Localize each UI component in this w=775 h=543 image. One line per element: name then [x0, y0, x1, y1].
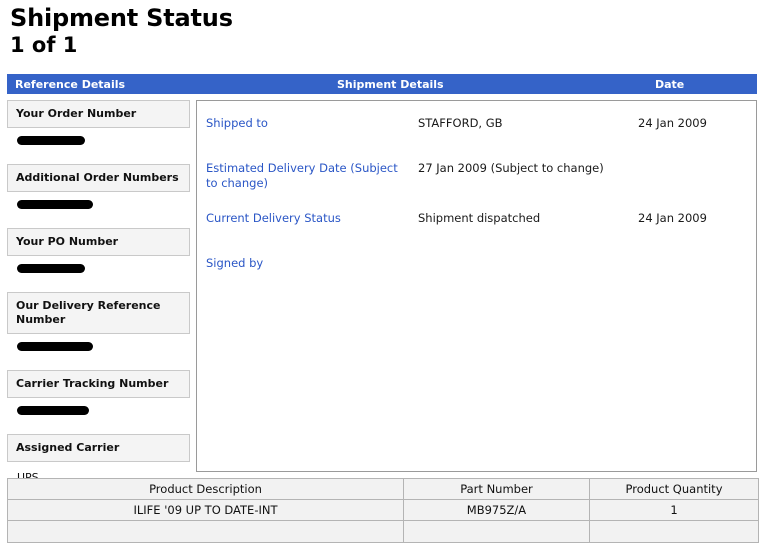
header-date: Date [655, 78, 684, 91]
column-header-part-number: Part Number [404, 479, 590, 500]
reference-label-box: Additional Order Numbers [7, 164, 190, 192]
reference-value [7, 200, 190, 222]
redacted-value-bar [17, 200, 93, 209]
table-cell: ILIFE '09 UP TO DATE-INT [8, 500, 404, 521]
reference-label: Assigned Carrier [16, 441, 119, 454]
page-title: Shipment Status [10, 4, 775, 32]
reference-label: Your Order Number [16, 107, 136, 120]
redacted-value-bar [17, 136, 85, 145]
column-header-product-description: Product Description [8, 479, 404, 500]
reference-label-box: Carrier Tracking Number [7, 370, 190, 398]
title-block: Shipment Status 1 of 1 [0, 0, 775, 59]
shipment-detail-date: 24 Jan 2009 [638, 211, 748, 226]
reference-label-box: Your PO Number [7, 228, 190, 256]
reference-label: Additional Order Numbers [16, 171, 179, 184]
reference-details-column: Your Order Number Additional Order Number… [7, 100, 190, 498]
reference-value [7, 264, 190, 286]
table-cell: MB975Z/A [404, 500, 590, 521]
header-reference-details: Reference Details [15, 78, 125, 91]
table-cell-blank [590, 521, 759, 543]
shipment-detail-value: 27 Jan 2009 (Subject to change) [418, 161, 613, 176]
page-subtitle: 1 of 1 [10, 32, 775, 59]
reference-label: Carrier Tracking Number [16, 377, 168, 390]
table-header-row: Product Description Part Number Product … [8, 479, 759, 500]
shipment-detail-label[interactable]: Current Delivery Status [206, 211, 406, 226]
shipment-detail-label[interactable]: Shipped to [206, 116, 406, 131]
shipment-detail-value: STAFFORD, GB [418, 116, 613, 131]
reference-label: Our Delivery Reference Number [16, 299, 161, 326]
table-cell-blank [8, 521, 404, 543]
column-header-bar: Reference Details Shipment Details Date [7, 74, 757, 94]
table-row-blank [8, 521, 759, 543]
column-header-product-quantity: Product Quantity [590, 479, 759, 500]
reference-label-box: Our Delivery Reference Number [7, 292, 190, 334]
reference-value [7, 406, 190, 428]
shipment-detail-label[interactable]: Estimated Delivery Date (Subject to chan… [206, 161, 406, 191]
reference-value [7, 136, 190, 158]
shipment-status-page: Shipment Status 1 of 1 Reference Details… [0, 0, 775, 533]
reference-value [7, 342, 190, 364]
reference-label-box: Your Order Number [7, 100, 190, 128]
shipment-detail-date: 24 Jan 2009 [638, 116, 748, 131]
shipment-details-panel: Shipped to STAFFORD, GB 24 Jan 2009 Estimat… [196, 100, 757, 472]
table-cell-blank [404, 521, 590, 543]
shipment-detail-label[interactable]: Signed by [206, 256, 406, 271]
redacted-value-bar [17, 342, 93, 351]
shipment-detail-value: Shipment dispatched [418, 211, 613, 226]
header-shipment-details: Shipment Details [337, 78, 444, 91]
table-row: ILIFE '09 UP TO DATE-INTMB975Z/A1 [8, 500, 759, 521]
redacted-value-bar [17, 264, 85, 273]
product-table: Product Description Part Number Product … [7, 478, 759, 543]
redacted-value-bar [17, 406, 89, 415]
reference-label-box: Assigned Carrier [7, 434, 190, 462]
reference-label: Your PO Number [16, 235, 118, 248]
table-cell: 1 [590, 500, 759, 521]
